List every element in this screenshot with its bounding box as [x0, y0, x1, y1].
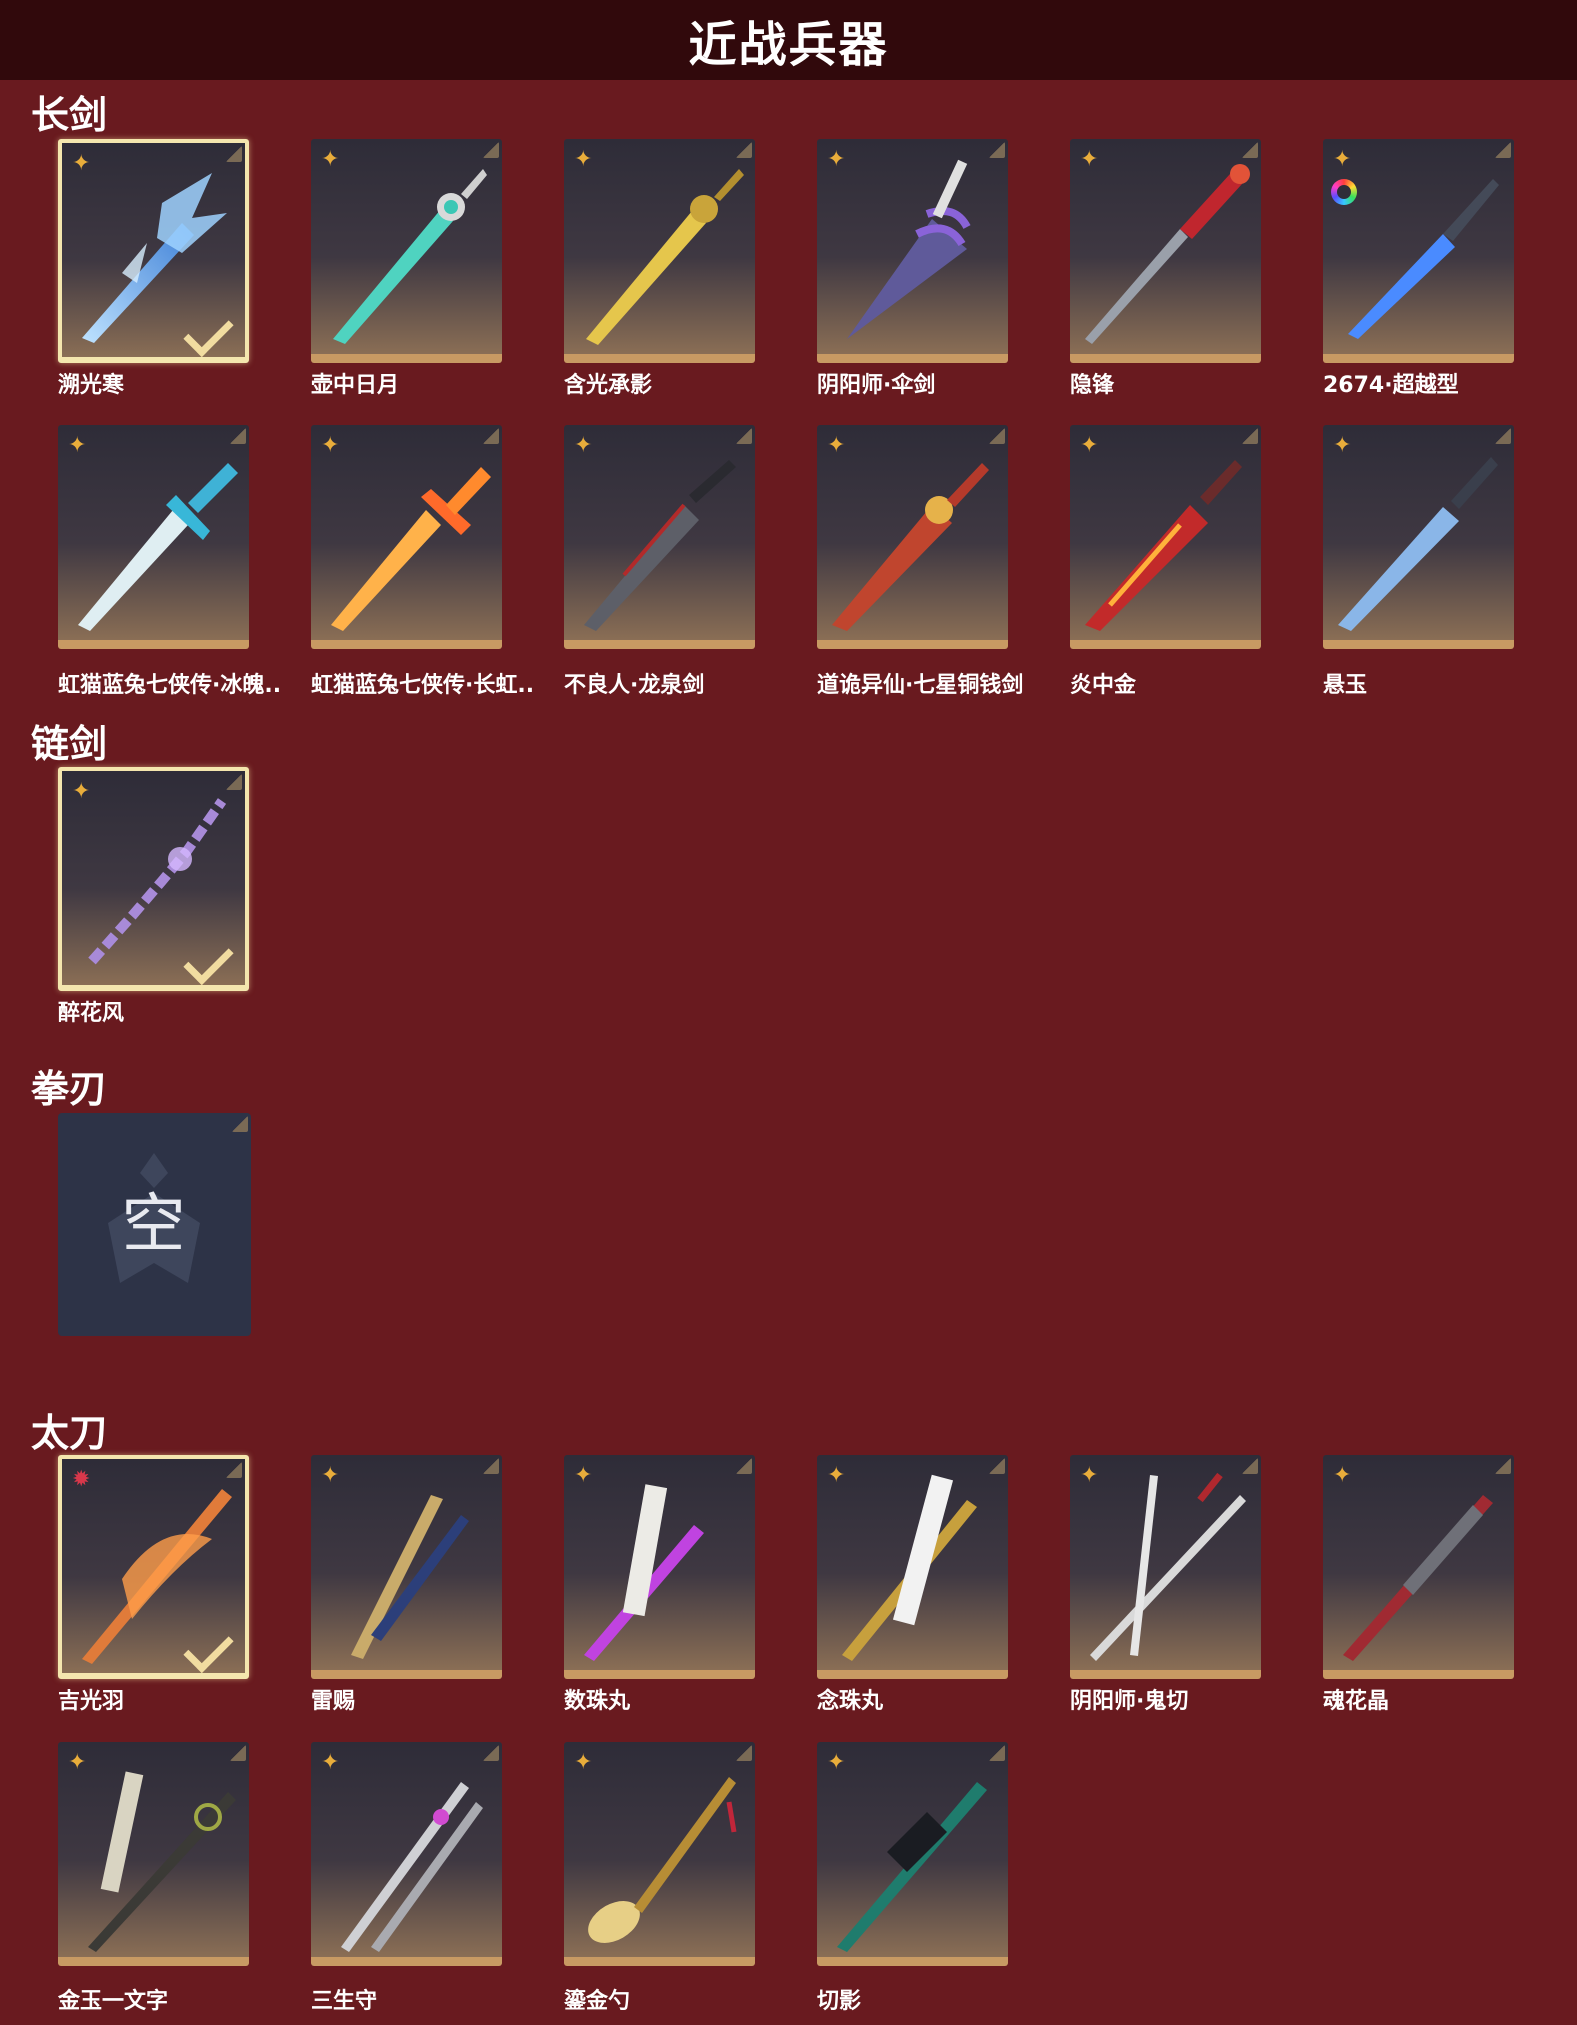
flame-gold-sword-icon	[1085, 460, 1242, 631]
weapon-card-w18[interactable]: ✦	[817, 1455, 1008, 1679]
weapon-name: 虹猫蓝兔七侠传·长虹..	[311, 673, 535, 698]
prayer-bead-katana-icon	[842, 1474, 977, 1661]
thunder-katana-icon	[351, 1495, 469, 1659]
weapon-card-w16[interactable]: ✦	[311, 1455, 502, 1679]
shadow-cut-katana-icon	[837, 1782, 987, 1952]
weapon-card-w20[interactable]: ✦	[1323, 1455, 1514, 1679]
title-bar: 近战兵器	[0, 0, 1577, 80]
golden-sword-icon	[586, 169, 744, 345]
blue-energy-sword-icon	[1348, 179, 1499, 339]
jade-sword-icon	[333, 169, 487, 344]
weapon-name: 数珠丸	[564, 1689, 631, 1714]
rainbow-sword-icon	[331, 467, 491, 631]
weapon-card-w10[interactable]: ✦	[817, 425, 1008, 649]
weapon-name: 虹猫蓝兔七侠传·冰魄..	[58, 673, 282, 698]
soul-flower-katana-icon	[1343, 1495, 1493, 1661]
weapon-name: 溯光寒	[58, 373, 125, 398]
empty-slot-label: 空	[121, 1188, 186, 1262]
weapon-card-w7[interactable]: ✦	[58, 425, 249, 649]
suspended-jade-sword-icon	[1338, 457, 1498, 631]
weapon-name: 炎中金	[1070, 673, 1137, 698]
purple-katana-icon	[584, 1484, 704, 1661]
weapon-card-w11[interactable]: ✦	[1070, 425, 1261, 649]
weapon-card-w12[interactable]: ✦	[1323, 425, 1514, 649]
weapon-card-w9[interactable]: ✦	[564, 425, 755, 649]
weapon-card-w21[interactable]: ✦	[58, 1742, 249, 1966]
golden-spoon-icon	[588, 1777, 737, 1943]
empty-weapon-slot[interactable]: 空	[58, 1113, 251, 1336]
weapon-card-w4[interactable]: ✦	[817, 139, 1008, 363]
weapon-name: 鎏金勺	[564, 1989, 631, 2014]
coin-sword-icon	[832, 463, 989, 631]
weapon-card-w19[interactable]: ✦	[1070, 1455, 1261, 1679]
weapon-name: 魂花晶	[1323, 1689, 1390, 1714]
weapon-name: 2674·超越型	[1323, 373, 1459, 398]
weapon-card-w5[interactable]: ✦	[1070, 139, 1261, 363]
weapon-card-w1[interactable]: ✦	[58, 139, 249, 363]
weapon-name: 金玉一文字	[58, 1989, 169, 2014]
section-label-chainsword: 链剑	[31, 722, 108, 766]
weapon-card-w15[interactable]: ✹	[58, 1455, 249, 1679]
weapon-card-w6[interactable]: ✦	[1323, 139, 1514, 363]
weapon-name: 切影	[817, 1989, 862, 2014]
section-label-longsword: 长剑	[31, 93, 108, 137]
weapon-name: 壶中日月	[311, 373, 400, 398]
weapon-name: 醉花风	[58, 1001, 125, 1026]
ice-soul-sword-icon	[78, 463, 238, 631]
weapon-name: 含光承影	[564, 373, 653, 398]
weapon-name: 悬玉	[1323, 673, 1368, 698]
weapon-name: 阴阳师·伞剑	[817, 373, 936, 398]
weapon-card-w3[interactable]: ✦	[564, 139, 755, 363]
weapon-card-w8[interactable]: ✦	[311, 425, 502, 649]
weapon-name: 三生守	[311, 1989, 378, 2014]
weapon-card-w2[interactable]: ✦	[311, 139, 502, 363]
crossed-katanas-icon	[1090, 1472, 1246, 1661]
weapon-card-w17[interactable]: ✦	[564, 1455, 755, 1679]
weapon-name: 吉光羽	[58, 1689, 125, 1714]
weapon-card-w24[interactable]: ✦	[817, 1742, 1008, 1966]
weapon-card-w22[interactable]: ✦	[311, 1742, 502, 1966]
section-label-fistblade: 拳刃	[31, 1067, 108, 1111]
page-title: 近战兵器	[688, 17, 889, 73]
dragon-spring-sword-icon	[584, 460, 736, 631]
weapon-name: 阴阳师·鬼切	[1070, 1689, 1189, 1714]
three-lives-katana-icon	[341, 1782, 483, 1952]
umbrella-sword-icon	[847, 159, 971, 339]
weapon-name: 隐锋	[1070, 373, 1115, 398]
weapon-card-w23[interactable]: ✦	[564, 1742, 755, 1966]
weapon-name: 雷赐	[311, 1689, 356, 1714]
weapon-name: 道诡异仙·七星铜钱剑	[817, 673, 1024, 698]
weapon-card-w13[interactable]: ✦	[58, 767, 249, 991]
red-hilt-sword-icon	[1085, 164, 1250, 344]
section-label-katana: 太刀	[31, 1411, 108, 1455]
weapon-name: 念珠丸	[817, 1689, 884, 1714]
weapon-name: 不良人·龙泉剑	[564, 673, 705, 698]
gold-jade-katana-icon	[88, 1771, 236, 1952]
